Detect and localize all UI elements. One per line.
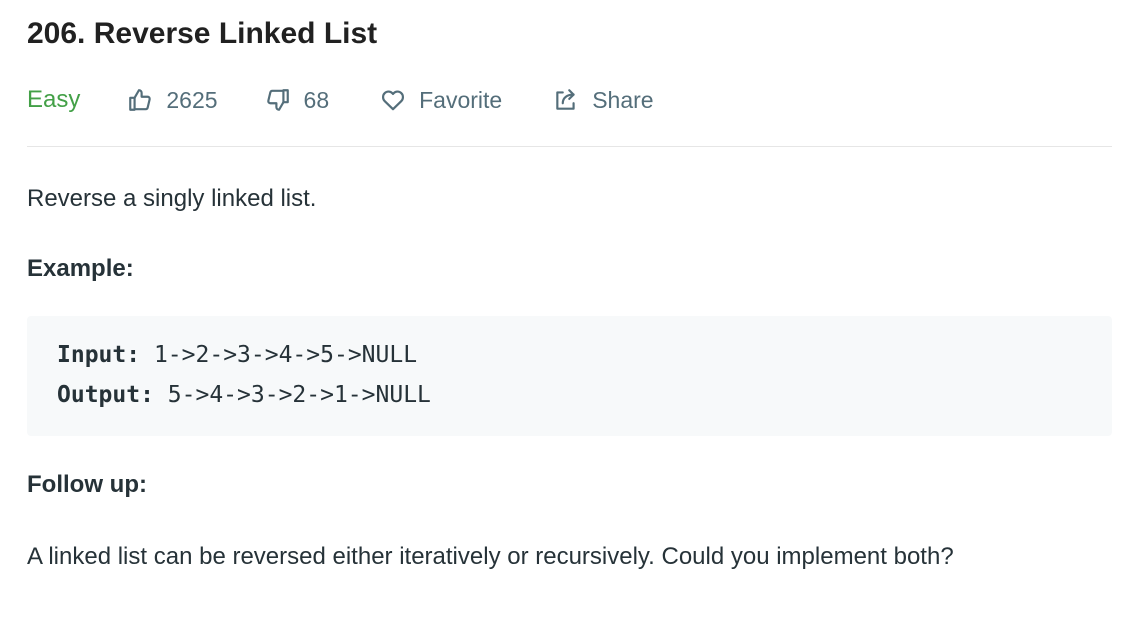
example-input-line: Input: 1->2->3->4->5->NULL [57, 339, 417, 371]
dislike-count: 68 [303, 87, 330, 113]
problem-meta-row: Easy 2625 68 Favorite Share [27, 80, 1112, 120]
problem-title: 206. Reverse Linked List [27, 17, 378, 50]
example-output-line: Output: 5->4->3->2->1->NULL [57, 379, 431, 411]
favorite-label: Favorite [419, 87, 503, 113]
example-heading: Example: [27, 255, 134, 282]
output-label: Output: [57, 382, 154, 408]
input-label: Input: [57, 342, 141, 368]
difficulty-badge: Easy [27, 86, 81, 113]
share-icon [552, 86, 580, 114]
problem-statement: Reverse a singly linked list. [27, 185, 317, 212]
example-code-block: Input: 1->2->3->4->5->NULL Output: 5->4-… [27, 316, 1112, 436]
input-value: 1->2->3->4->5->NULL [153, 342, 418, 368]
divider [27, 146, 1112, 147]
heart-icon [379, 86, 407, 114]
followup-text: A linked list can be reversed either ite… [27, 543, 954, 570]
share-button[interactable]: Share [552, 80, 654, 120]
thumbs-up-icon [126, 86, 154, 114]
share-label: Share [592, 87, 654, 113]
like-count: 2625 [166, 87, 218, 113]
dislike-button[interactable]: 68 [264, 80, 330, 120]
followup-heading: Follow up: [27, 471, 147, 498]
output-value: 5->4->3->2->1->NULL [167, 382, 431, 408]
thumbs-down-icon [264, 86, 292, 114]
favorite-button[interactable]: Favorite [379, 80, 502, 120]
like-button[interactable]: 2625 [126, 80, 218, 120]
